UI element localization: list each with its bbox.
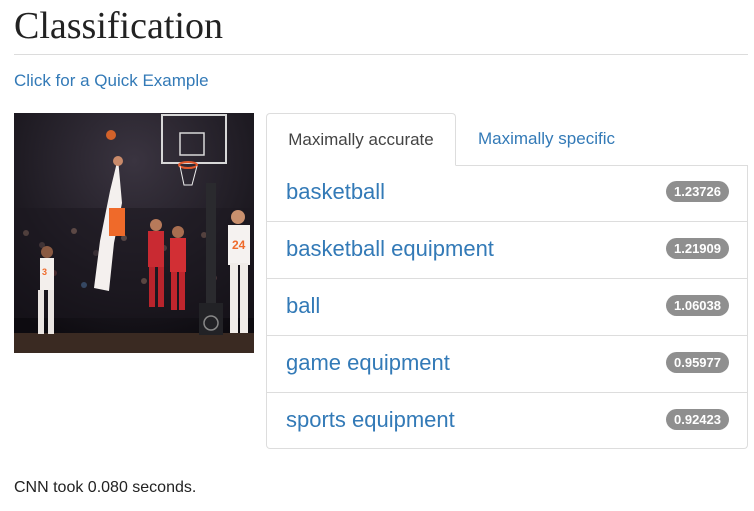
score-badge: 1.06038 [666, 295, 729, 316]
tab-maximally-specific[interactable]: Maximally specific [478, 113, 615, 165]
classification-results: basketball 1.23726 basketball equipment … [266, 165, 748, 449]
result-item[interactable]: sports equipment 0.92423 [267, 393, 747, 449]
score-badge: 1.21909 [666, 238, 729, 259]
classified-photo: 24 3 [14, 113, 254, 353]
result-label: basketball equipment [286, 236, 494, 261]
result-item[interactable]: ball 1.06038 [267, 279, 747, 336]
result-label: game equipment [286, 350, 450, 375]
classifier-tabs: Maximally accurate Maximally specific [266, 113, 748, 166]
score-badge: 0.95977 [666, 352, 729, 373]
result-item[interactable]: game equipment 0.95977 [267, 336, 747, 393]
score-badge: 1.23726 [666, 181, 729, 202]
result-item[interactable]: basketball equipment 1.21909 [267, 222, 747, 279]
result-item[interactable]: basketball 1.23726 [267, 165, 747, 222]
tab-maximally-accurate[interactable]: Maximally accurate [266, 113, 456, 166]
score-badge: 0.92423 [666, 409, 729, 430]
page-title: Classification [14, 5, 223, 47]
result-label: ball [286, 293, 321, 318]
timing-text: CNN took 0.080 seconds. [14, 479, 197, 496]
jersey-number: 24 [232, 238, 246, 252]
basketball-scene-image: 24 3 [14, 113, 254, 353]
quick-example-link[interactable]: Click for a Quick Example [14, 70, 209, 92]
jersey-number: 3 [42, 267, 47, 277]
result-label: basketball [286, 179, 386, 204]
title-divider [14, 54, 748, 55]
result-label: sports equipment [286, 407, 455, 432]
